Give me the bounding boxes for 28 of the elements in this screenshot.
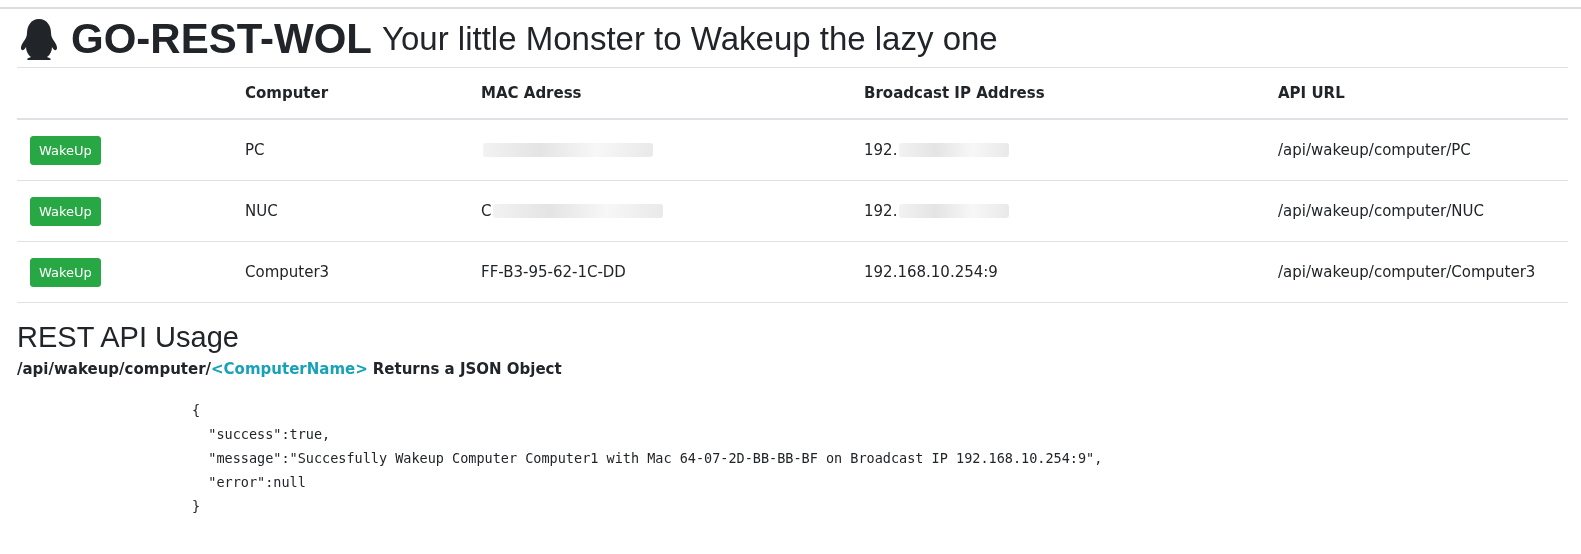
table-cell: NUC xyxy=(245,202,278,220)
table-cell: /api/wakeup/computer/NUC xyxy=(1278,202,1484,220)
table-cell: /api/wakeup/computer/PC xyxy=(1278,141,1471,159)
wakeup-button[interactable]: WakeUp xyxy=(30,196,101,226)
returns-text: Returns a JSON Object xyxy=(372,360,562,378)
app-title: GO-REST-WOL xyxy=(71,15,372,63)
table-cell: 192.168.10.254:9 xyxy=(864,263,998,281)
code-line: } xyxy=(192,497,202,516)
table-cell: C xyxy=(481,202,492,220)
code-line: "success":true, xyxy=(207,425,332,444)
app-subtitle: Your little Monster to Wakeup the lazy one xyxy=(382,20,998,58)
table-cell: 192. xyxy=(864,202,898,220)
column-header: MAC Adress xyxy=(466,68,849,120)
table-cell: Computer3 xyxy=(245,263,330,281)
section-heading: REST API Usage xyxy=(17,321,240,354)
table-cell: FF-B3-95-62-1C-DD xyxy=(481,263,626,281)
table-cell: 192. xyxy=(864,141,898,159)
wakeup-button[interactable]: WakeUp xyxy=(30,257,101,287)
column-header: Computer xyxy=(230,68,466,120)
table-cell: /api/wakeup/computer/Computer3 xyxy=(1278,263,1536,281)
table-cell: PC xyxy=(245,141,265,159)
code-line: "error":null xyxy=(207,473,307,492)
wakeup-button[interactable]: WakeUp xyxy=(30,135,101,165)
api-path: /api/wakeup/computer/<ComputerName> xyxy=(17,360,368,378)
column-header: Broadcast IP Address xyxy=(849,68,1263,120)
code-line: "message":"Succesfully Wakeup Computer Computer1 with Mac 64-07-2D-BB-BB-BF on Broadcast IP 192.168.10.254:9", xyxy=(207,449,1104,468)
code-line: { xyxy=(192,401,202,420)
column-header: API URL xyxy=(1263,68,1568,120)
